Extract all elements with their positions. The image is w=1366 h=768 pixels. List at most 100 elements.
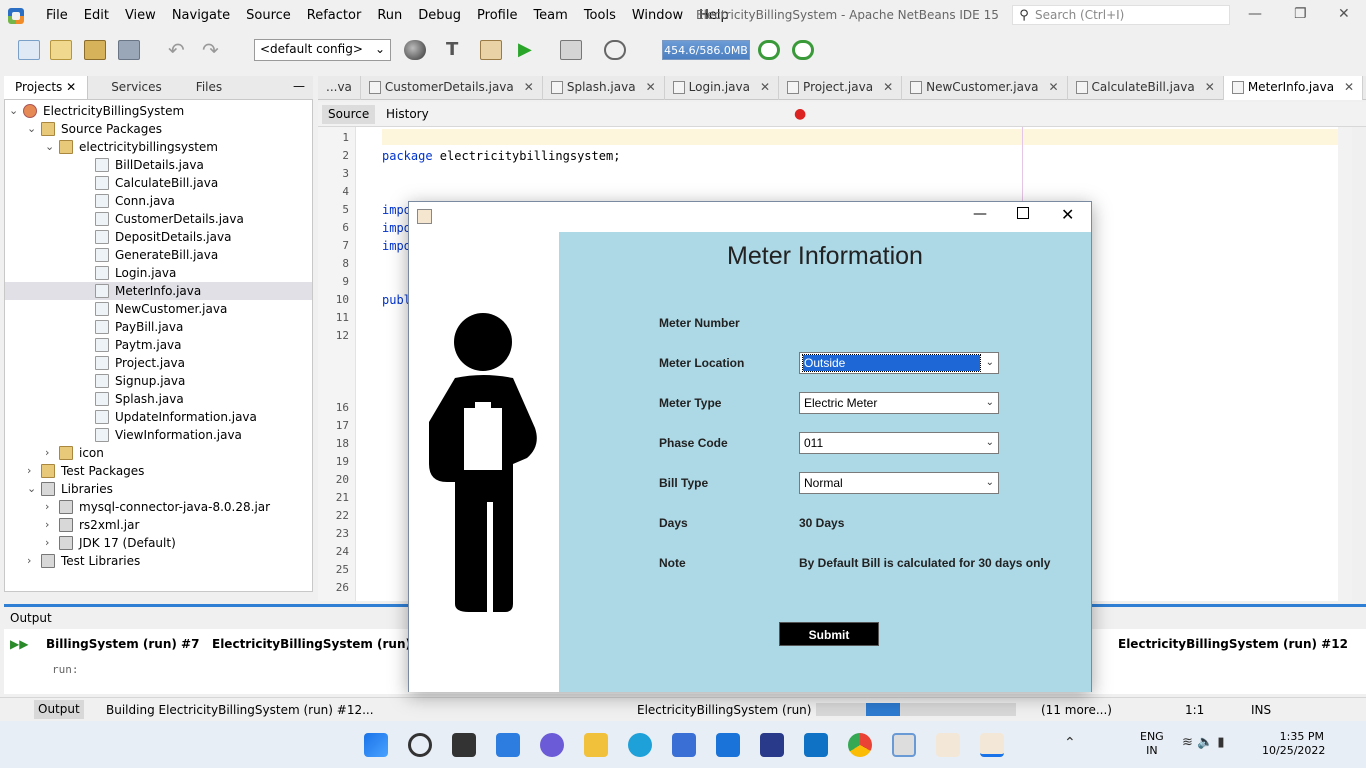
start-icon[interactable]: [364, 733, 388, 757]
menu-debug[interactable]: Debug: [410, 0, 469, 32]
tree-item[interactable]: Paytm.java: [5, 336, 312, 354]
vscode-icon[interactable]: [804, 733, 828, 757]
dialog-close-icon[interactable]: ✕: [1061, 205, 1074, 224]
bill-type-select[interactable]: Normal ⌄: [799, 472, 999, 494]
editor-tab[interactable]: CalculateBill.java ✕: [1068, 75, 1224, 100]
taskbar-search-icon[interactable]: [408, 733, 432, 757]
java-app-icon-1[interactable]: [936, 733, 960, 757]
menu-navigate[interactable]: Navigate: [164, 0, 238, 32]
tree-item[interactable]: ⌄ Source Packages: [5, 120, 312, 138]
clock[interactable]: 1:35 PM 10/25/2022: [1262, 730, 1325, 758]
status-more[interactable]: (11 more...): [1041, 701, 1112, 719]
menu-view[interactable]: View: [117, 0, 164, 32]
tree-item[interactable]: DepositDetails.java: [5, 228, 312, 246]
chrome-icon[interactable]: [848, 733, 872, 757]
output-tab-8[interactable]: ElectricityBillingSystem (run) #8: [212, 637, 434, 651]
chevron-right-icon[interactable]: ›: [27, 552, 31, 570]
tree-item[interactable]: › Test Libraries: [5, 552, 312, 570]
mathtype-icon[interactable]: [760, 733, 784, 757]
gc-icon[interactable]: [758, 40, 780, 60]
close-icon[interactable]: ✕: [1338, 6, 1350, 22]
phase-code-select[interactable]: 011 ⌄: [799, 432, 999, 454]
task-view-icon[interactable]: [452, 733, 476, 757]
tree-item[interactable]: ⌄ Libraries: [5, 480, 312, 498]
new-project-icon[interactable]: [50, 40, 72, 60]
tree-item[interactable]: NewCustomer.java: [5, 300, 312, 318]
close-tab-icon[interactable]: ✕: [883, 76, 893, 99]
editor-tab[interactable]: CustomerDetails.java ✕: [361, 75, 543, 100]
tree-item[interactable]: Conn.java: [5, 192, 312, 210]
chevron-right-icon[interactable]: ›: [27, 462, 31, 480]
meter-location-select[interactable]: Outside ⌄: [799, 352, 999, 374]
editor-tab[interactable]: Splash.java ✕: [543, 75, 665, 100]
menu-refactor[interactable]: Refactor: [299, 0, 370, 32]
dialog-maximize-icon[interactable]: [1017, 207, 1029, 219]
editor-tab[interactable]: ...va: [318, 75, 361, 100]
tree-item[interactable]: GenerateBill.java: [5, 246, 312, 264]
mail-icon[interactable]: [716, 733, 740, 757]
chevron-down-icon[interactable]: ⌄: [27, 480, 36, 498]
close-tab-icon[interactable]: ✕: [1048, 76, 1058, 99]
explorer-icon[interactable]: [584, 733, 608, 757]
editor-tab[interactable]: Project.java ✕: [779, 75, 903, 100]
editor-tab[interactable]: NewCustomer.java ✕: [902, 75, 1068, 100]
chevron-right-icon[interactable]: ›: [45, 516, 49, 534]
tray-chevron-icon[interactable]: ⌃: [1064, 735, 1076, 751]
rerun-icon[interactable]: ▶▶: [10, 637, 28, 651]
tab-projects[interactable]: Projects ✕: [4, 76, 89, 99]
close-tab-icon[interactable]: ✕: [646, 76, 656, 99]
wifi-volume-battery-icons[interactable]: ≋ 🔈 ▮: [1182, 735, 1225, 750]
menu-tools[interactable]: Tools: [576, 0, 624, 32]
tree-item[interactable]: UpdateInformation.java: [5, 408, 312, 426]
tree-item[interactable]: ⌄ ElectricityBillingSystem: [5, 102, 312, 120]
redo-icon[interactable]: ↷: [202, 40, 224, 60]
status-output-tab[interactable]: Output: [34, 700, 84, 719]
close-tab-icon[interactable]: ✕: [1205, 76, 1215, 99]
chevron-right-icon[interactable]: ›: [45, 444, 49, 462]
minimize-panel-icon[interactable]: —: [293, 76, 313, 99]
gc-profile-icon[interactable]: [792, 40, 814, 60]
undo-icon[interactable]: ↶: [168, 40, 190, 60]
memory-indicator[interactable]: 454.6/586.0MB: [662, 40, 750, 60]
tree-item[interactable]: CustomerDetails.java: [5, 210, 312, 228]
widgets-icon[interactable]: [496, 733, 520, 757]
tab-files[interactable]: Files: [185, 76, 233, 99]
tree-item[interactable]: ⌄ electricitybillingsystem: [5, 138, 312, 156]
tree-item[interactable]: BillDetails.java: [5, 156, 312, 174]
debug-icon[interactable]: [560, 40, 582, 60]
java-app-icon-2[interactable]: [980, 733, 1004, 757]
tree-item[interactable]: › mysql-connector-java-8.0.28.jar: [5, 498, 312, 516]
store-icon[interactable]: [672, 733, 696, 757]
dialog-minimize-icon[interactable]: —: [973, 206, 987, 222]
run-icon[interactable]: ▶: [518, 40, 540, 60]
open-project-icon[interactable]: [84, 40, 106, 60]
config-select[interactable]: <default config> ⌄: [254, 39, 391, 61]
meter-type-select[interactable]: Electric Meter ⌄: [799, 392, 999, 414]
tree-item[interactable]: Signup.java: [5, 372, 312, 390]
tree-item[interactable]: CalculateBill.java: [5, 174, 312, 192]
clean-build-icon[interactable]: [480, 40, 502, 60]
chevron-down-icon[interactable]: ⌄: [27, 120, 36, 138]
tree-item[interactable]: Login.java: [5, 264, 312, 282]
minimize-icon[interactable]: —: [1248, 6, 1262, 22]
chevron-right-icon[interactable]: ›: [45, 498, 49, 516]
new-file-icon[interactable]: [18, 40, 40, 60]
menu-edit[interactable]: Edit: [76, 0, 117, 32]
toggle-bookmark-icon[interactable]: ●: [788, 105, 812, 124]
editor-tab[interactable]: Login.java ✕: [665, 75, 780, 100]
edge-icon[interactable]: [628, 733, 652, 757]
menu-file[interactable]: File: [38, 0, 76, 32]
browser-icon[interactable]: [404, 40, 426, 60]
menu-profile[interactable]: Profile: [469, 0, 525, 32]
restore-icon[interactable]: ❐: [1294, 6, 1307, 22]
tree-item[interactable]: › rs2xml.jar: [5, 516, 312, 534]
save-all-icon[interactable]: [118, 40, 140, 60]
tab-source[interactable]: Source: [322, 105, 376, 124]
output-tab-7[interactable]: BillingSystem (run) #7: [46, 637, 199, 651]
menu-window[interactable]: Window: [624, 0, 691, 32]
tab-history[interactable]: History: [380, 105, 435, 124]
output-tab-12[interactable]: ElectricityBillingSystem (run) #12: [1118, 637, 1348, 651]
chevron-down-icon[interactable]: ⌄: [9, 102, 18, 120]
close-tab-icon[interactable]: ✕: [760, 76, 770, 99]
submit-button[interactable]: Submit: [779, 622, 879, 646]
